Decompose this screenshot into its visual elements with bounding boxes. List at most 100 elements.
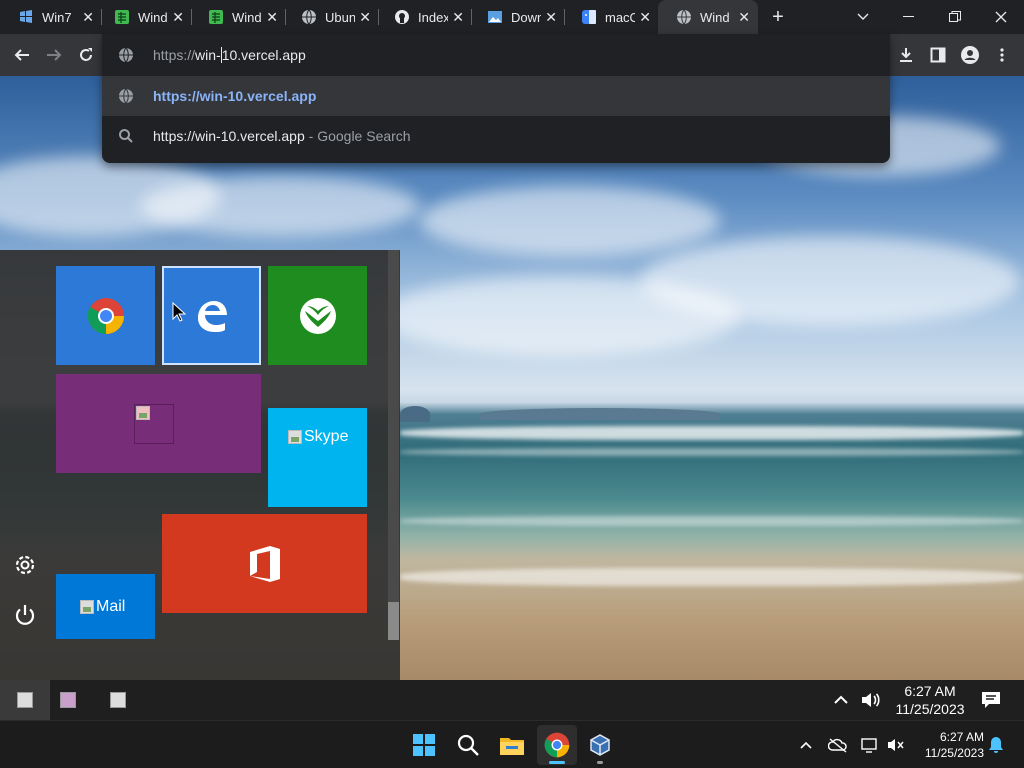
broken-image-icon (17, 692, 33, 708)
windows-start-button[interactable] (404, 725, 444, 765)
search-icon (118, 128, 134, 144)
url-text-before-caret: win- (195, 47, 221, 63)
tab-title: Index (418, 9, 448, 25)
suggestion-search-text: https://win-10.vercel.app - Google Searc… (153, 128, 411, 144)
onedrive-off-icon[interactable] (826, 733, 850, 757)
host-taskbar: 6:27 AM 11/25/2023 (0, 720, 1024, 768)
close-icon[interactable]: ✕ (545, 9, 557, 26)
spreadsheet-icon (208, 9, 224, 25)
clock-time: 6:27 AM (939, 730, 984, 744)
mail-broken-image: Mail (80, 598, 125, 616)
notification-bell-icon[interactable] (984, 733, 1008, 757)
search-query: https://win-10.vercel.app (153, 128, 305, 144)
tab-title: Windo (138, 9, 168, 25)
tile-mail[interactable]: Mail (56, 574, 155, 639)
start-menu: Skype Mail (0, 250, 400, 680)
mouse-cursor-icon (172, 302, 186, 322)
action-center-icon[interactable] (979, 688, 1003, 712)
close-icon[interactable]: ✕ (172, 9, 184, 26)
tile-photos[interactable] (56, 374, 261, 473)
address-input[interactable]: https://win-10.vercel.app (153, 47, 306, 63)
close-icon[interactable]: ✕ (359, 9, 371, 26)
tab-win7[interactable]: Win7 ✕ (0, 0, 102, 34)
tab-title: Win7 (42, 9, 72, 25)
spreadsheet-icon (114, 9, 130, 25)
suggestion-search[interactable]: https://win-10.vercel.app - Google Searc… (102, 116, 890, 156)
suggestion-url[interactable]: https://win-10.vercel.app (102, 76, 890, 116)
globe-icon (118, 88, 134, 104)
restore-button[interactable] (932, 0, 978, 34)
close-window-button[interactable] (978, 0, 1024, 34)
running-indicator (597, 761, 603, 764)
download-icon[interactable] (894, 43, 918, 67)
close-icon[interactable]: ✕ (452, 9, 464, 26)
address-bar[interactable]: https://win-10.vercel.app (102, 35, 890, 75)
web-clock[interactable]: 6:27 AM 11/25/2023 (884, 682, 976, 718)
power-icon[interactable] (12, 602, 38, 628)
edge-icon (197, 300, 227, 332)
globe-icon (301, 9, 317, 25)
forward-button[interactable] (42, 43, 66, 67)
broken-image-icon (60, 692, 76, 708)
close-icon[interactable]: ✕ (82, 9, 94, 26)
globe-icon (676, 9, 692, 25)
office-icon (249, 545, 280, 582)
close-icon[interactable]: ✕ (639, 9, 651, 26)
broken-image-icon (110, 692, 126, 708)
volume-muted-icon[interactable] (884, 733, 908, 757)
globe-icon (118, 47, 134, 63)
chevron-up-icon[interactable] (794, 733, 818, 757)
tab-title: Ubun (325, 9, 355, 25)
tile-xbox[interactable] (268, 266, 367, 365)
tab-windows-active[interactable]: Windo ✕ (658, 0, 758, 34)
finder-icon (581, 9, 597, 25)
side-panel-icon[interactable] (926, 43, 950, 67)
web-taskbar: 6:27 AM 11/25/2023 (0, 680, 1024, 720)
start-menu-scrollbar[interactable] (388, 250, 399, 640)
broken-image-icon (80, 600, 94, 614)
clock-date: 11/25/2023 (895, 701, 965, 717)
menu-icon[interactable] (990, 43, 1014, 67)
reload-button[interactable] (74, 43, 98, 67)
settings-gear-icon[interactable] (12, 552, 38, 578)
close-icon[interactable]: ✕ (738, 9, 750, 26)
close-icon[interactable]: ✕ (266, 9, 278, 26)
file-explorer-button[interactable] (492, 725, 532, 765)
new-tab-button[interactable]: + (768, 5, 788, 29)
volume-icon[interactable] (859, 688, 883, 712)
taskbar-item-photos[interactable] (43, 680, 93, 720)
broken-image-icon (134, 404, 174, 444)
tile-chrome[interactable] (56, 266, 155, 365)
chrome-icon (87, 297, 124, 334)
chrome-taskbar-button[interactable] (537, 725, 577, 765)
tab-title: macO (605, 9, 635, 25)
profile-icon[interactable] (958, 43, 982, 67)
active-indicator (549, 761, 565, 764)
win7-icon (18, 9, 34, 25)
tab-search-button[interactable] (840, 0, 886, 34)
virtualbox-button[interactable] (580, 725, 620, 765)
clock-time: 6:27 AM (904, 683, 956, 699)
suggestion-url-text: https://win-10.vercel.app (153, 88, 317, 104)
tab-ubuntu[interactable]: Ubun ✕ (283, 0, 379, 34)
search-suffix: - Google Search (304, 128, 411, 144)
back-button[interactable] (10, 43, 34, 67)
url-text-after-caret: 10.vercel.app (221, 47, 306, 63)
image-icon (487, 9, 503, 25)
minimize-button[interactable] (886, 0, 932, 34)
scrollbar-thumb[interactable] (388, 602, 399, 640)
chevron-up-icon[interactable] (829, 688, 853, 712)
github-icon (394, 9, 410, 25)
tab-downloads[interactable]: Down ✕ (469, 0, 565, 34)
search-button[interactable] (448, 725, 488, 765)
taskbar-item-app[interactable] (93, 680, 143, 720)
tab-index[interactable]: Index ✕ (376, 0, 472, 34)
tile-office[interactable] (162, 514, 367, 613)
tab-windows-2[interactable]: Windo ✕ (190, 0, 286, 34)
network-icon[interactable] (858, 733, 882, 757)
tab-macos[interactable]: macO ✕ (563, 0, 659, 34)
tile-skype[interactable]: Skype (268, 408, 367, 507)
broken-image-icon (288, 430, 302, 444)
tab-windows-1[interactable]: Windo ✕ (96, 0, 192, 34)
url-scheme: https:// (153, 47, 196, 63)
